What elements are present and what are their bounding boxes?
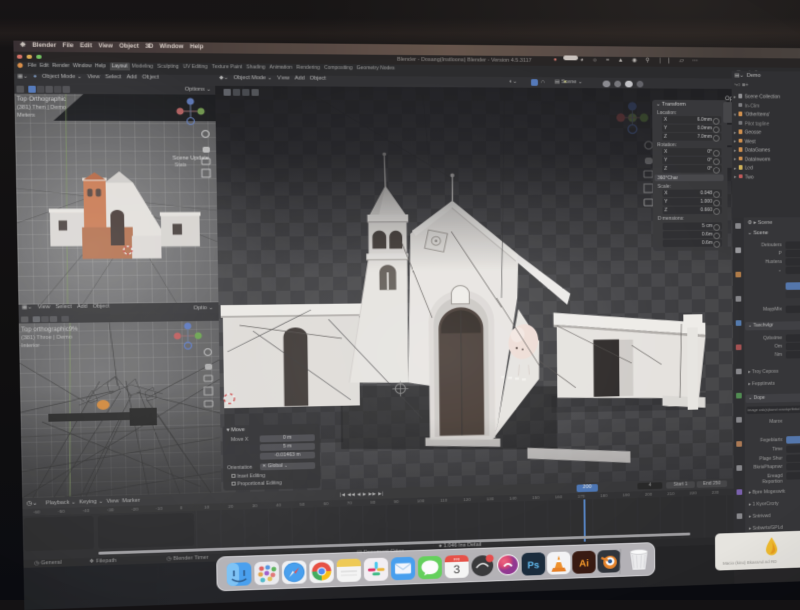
- svg-text:Stats: Stats: [175, 162, 187, 168]
- svg-text:Scene Update: Scene Update: [172, 155, 208, 161]
- svg-text:3: 3: [453, 563, 460, 576]
- svg-text:Ps: Ps: [527, 561, 539, 571]
- svg-text:FRI: FRI: [453, 557, 459, 562]
- svg-text:Ai: Ai: [579, 559, 589, 569]
